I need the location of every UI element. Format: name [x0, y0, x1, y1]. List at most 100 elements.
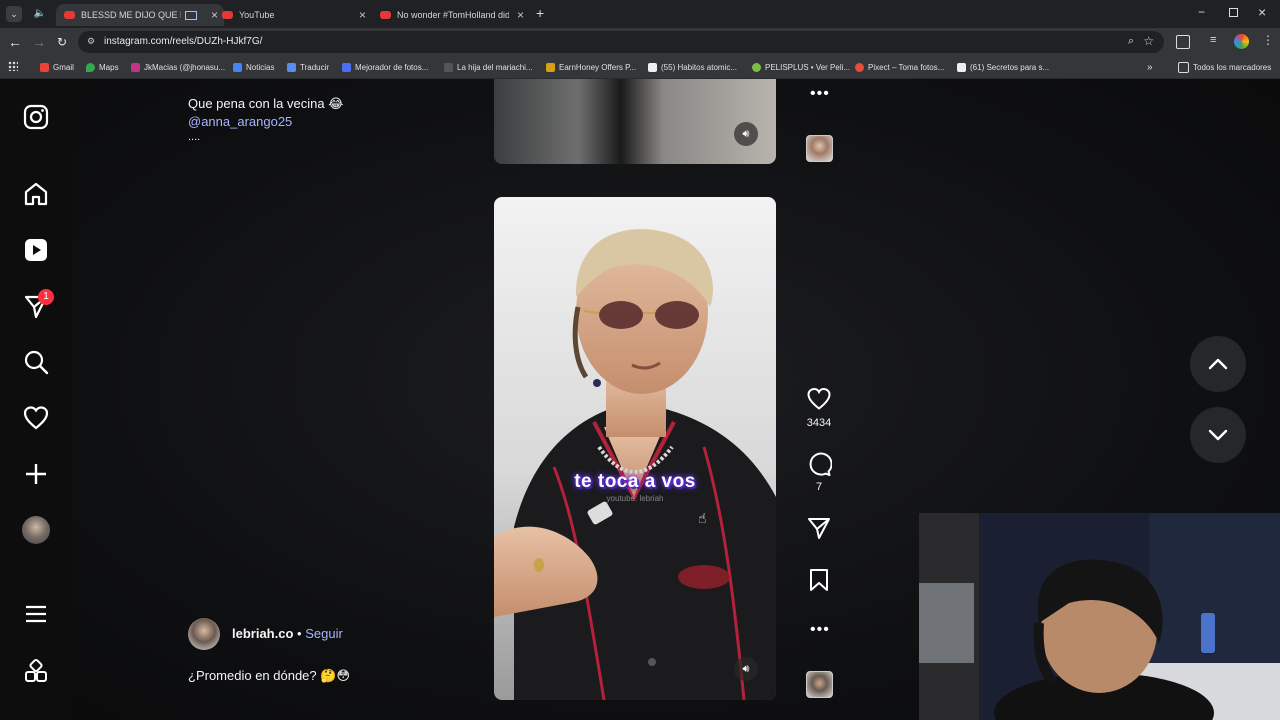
- comments-count[interactable]: 7: [800, 481, 838, 493]
- reload-button[interactable]: ↻: [54, 34, 70, 50]
- tab-search-button[interactable]: ⌄: [6, 6, 22, 22]
- bookmark-label: (61) Secretos para s...: [970, 62, 1050, 72]
- bookmark-pelisplus[interactable]: PELISPLUS • Ver Peli...: [752, 60, 850, 74]
- profile-avatar[interactable]: [22, 516, 50, 544]
- prev-reel-volume-icon[interactable]: 🔊︎: [734, 122, 758, 146]
- tab-audio-icon[interactable]: 🔈: [32, 6, 48, 22]
- bookmark-habitos[interactable]: (55) Habitos atomic...: [648, 60, 737, 74]
- address-bar-row: ← → ↻ ⚙ instagram.com/reels/DUZh-HJkf7G/…: [0, 28, 1280, 56]
- tab-close-icon[interactable]: ×: [359, 8, 366, 22]
- menu-hamburger-icon[interactable]: [22, 600, 50, 628]
- reels-icon[interactable]: [22, 236, 50, 264]
- zoom-icon[interactable]: ⌕: [1128, 35, 1134, 48]
- follow-button[interactable]: Seguir: [305, 626, 343, 641]
- bookmark-label: Noticias: [246, 62, 275, 72]
- next-reel-button[interactable]: [1190, 407, 1246, 463]
- bookmark-label: La hija del mariachi...: [457, 62, 533, 72]
- close-window-button[interactable]: ×: [1258, 4, 1266, 20]
- letter-a-icon: [648, 62, 657, 72]
- instagram-logo-icon[interactable]: [22, 103, 50, 131]
- previous-reel-button[interactable]: [1190, 336, 1246, 392]
- minimize-button[interactable]: −: [1198, 5, 1205, 19]
- site-info-icon[interactable]: ⚙: [87, 36, 95, 47]
- create-plus-icon[interactable]: [22, 460, 50, 488]
- back-button[interactable]: ←: [7, 34, 23, 50]
- bookmarks-overflow-icon[interactable]: »: [1147, 60, 1153, 74]
- new-tab-button[interactable]: +: [536, 5, 544, 21]
- tab-1-title: BLESSD ME DIJO QUE LE PI: [81, 10, 181, 20]
- restore-button[interactable]: [1229, 8, 1238, 17]
- bookmark-label: Mejorador de fotos...: [355, 62, 429, 72]
- forward-button[interactable]: →: [31, 34, 47, 50]
- home-icon[interactable]: [22, 180, 50, 208]
- audio-thumbnail[interactable]: [806, 671, 833, 698]
- more-options-icon[interactable]: •••: [810, 621, 830, 639]
- instagram-reels-page: 1 Que pena con la vecina 😂 @anna_arango2…: [0, 79, 1280, 720]
- bookmark-secretos[interactable]: (61) Secretos para s...: [957, 60, 1049, 74]
- reel-watermark: youtube: lebriah: [606, 494, 664, 503]
- reel-caption: ¿Promedio en dónde? 🤔😳: [188, 668, 350, 683]
- bookmark-noticias[interactable]: Noticias: [233, 60, 274, 74]
- extensions-icon[interactable]: [1176, 35, 1190, 49]
- like-heart-icon[interactable]: [806, 386, 832, 412]
- pixect-icon: [855, 62, 864, 72]
- likes-count[interactable]: 3434: [800, 417, 838, 429]
- folder-icon: [1178, 61, 1189, 73]
- youtube-favicon-icon: [64, 11, 75, 19]
- maps-pin-icon: [86, 62, 95, 72]
- tab-2[interactable]: YouTube ×: [222, 4, 372, 26]
- heart-icon[interactable]: [22, 404, 50, 432]
- url-text[interactable]: instagram.com/reels/DUZh-HJkf7G/: [104, 36, 262, 47]
- pelisplus-icon: [752, 62, 761, 72]
- bookmark-traducir[interactable]: Traducir: [287, 60, 329, 74]
- tab-2-title: YouTube: [239, 10, 275, 20]
- bookmark-maps[interactable]: Maps: [86, 60, 119, 74]
- comment-icon[interactable]: [806, 451, 832, 477]
- apps-grid-icon[interactable]: [8, 61, 18, 71]
- reel-video[interactable]: te toca a vos youtube: lebriah 🔊︎: [494, 197, 776, 700]
- bookmark-jkmacias[interactable]: JkMacias (@jhonasu...: [131, 60, 225, 74]
- chevron-down-icon: [1208, 429, 1228, 441]
- bookmark-mariachi[interactable]: La hija del mariachi...: [444, 60, 533, 74]
- bookmark-earnhoney[interactable]: EarnHoney Offers P...: [546, 60, 636, 74]
- earnhoney-icon: [546, 62, 555, 72]
- prev-reel-more-options-icon[interactable]: •••: [810, 85, 830, 103]
- tab-1[interactable]: BLESSD ME DIJO QUE LE PI ×: [56, 4, 224, 26]
- bookmark-pixect[interactable]: Pixect – Toma fotos...: [855, 60, 944, 74]
- bookmark-label: Todos los marcadores: [1193, 62, 1272, 72]
- search-icon[interactable]: [22, 348, 50, 376]
- author-username[interactable]: lebriah.co: [232, 626, 293, 641]
- bookmark-star-icon[interactable]: ☆: [1143, 34, 1154, 48]
- browser-menu-icon[interactable]: ⋮: [1262, 33, 1274, 47]
- hand-cursor-icon: ☝: [698, 510, 707, 526]
- webcam-overlay: [919, 513, 1280, 720]
- reel-volume-icon[interactable]: 🔊︎: [734, 657, 758, 681]
- all-bookmarks-folder[interactable]: Todos los marcadores: [1178, 60, 1271, 74]
- tab-close-icon[interactable]: ×: [211, 8, 218, 22]
- tab-3[interactable]: No wonder #TomHolland didn't ×: [380, 4, 530, 26]
- share-icon[interactable]: [806, 515, 832, 541]
- bookmark-mejorador[interactable]: Mejorador de fotos...: [342, 60, 428, 74]
- prev-reel-video[interactable]: 🔊︎: [494, 79, 776, 164]
- youtube-favicon-icon: [380, 11, 391, 19]
- more-apps-icon[interactable]: [22, 658, 50, 686]
- tab-close-icon[interactable]: ×: [517, 8, 524, 22]
- profile-avatar-icon[interactable]: [1234, 34, 1249, 49]
- bookmark-label: Gmail: [53, 62, 74, 72]
- media-control-icon[interactable]: ≡: [1210, 34, 1216, 46]
- prev-reel-more[interactable]: ....: [188, 131, 200, 143]
- prev-reel-mention[interactable]: @anna_arango25: [188, 114, 292, 129]
- tab-3-title: No wonder #TomHolland didn't: [397, 10, 509, 20]
- reel-video-frame: [494, 197, 776, 700]
- instagram-left-nav: 1: [0, 79, 72, 720]
- prev-reel-audio-thumbnail[interactable]: [806, 135, 833, 162]
- bookmark-gmail[interactable]: Gmail: [40, 60, 74, 74]
- prev-reel-caption: Que pena con la vecina 😂: [188, 96, 344, 111]
- news-icon: [233, 62, 242, 72]
- save-bookmark-icon[interactable]: [806, 567, 832, 593]
- bookmark-label: EarnHoney Offers P...: [559, 62, 637, 72]
- tab-cast-icon: [185, 10, 197, 20]
- author-avatar[interactable]: [188, 618, 220, 650]
- url-box[interactable]: ⚙ instagram.com/reels/DUZh-HJkf7G/ ⌕ ☆: [78, 31, 1164, 53]
- bookmark-label: PELISPLUS • Ver Peli...: [765, 62, 851, 72]
